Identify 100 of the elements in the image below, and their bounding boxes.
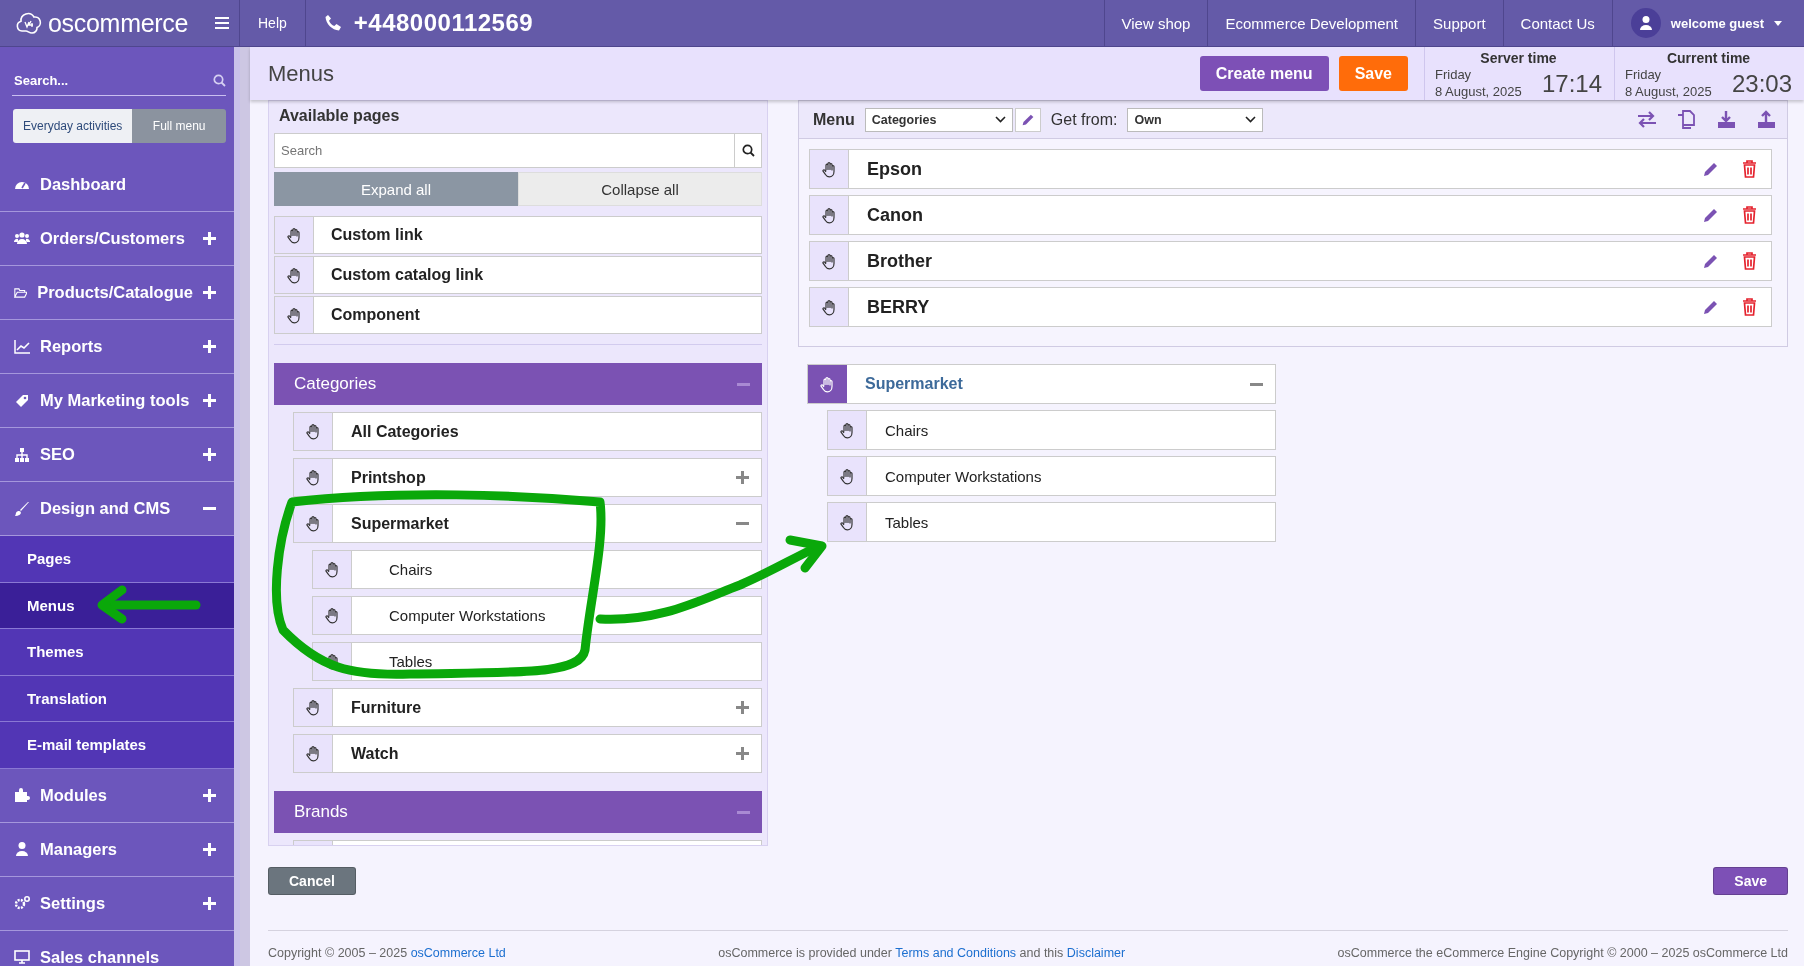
- caret-icon[interactable]: [1774, 20, 1782, 26]
- expand-icon[interactable]: [736, 701, 749, 714]
- category-item[interactable]: Supermarket: [293, 504, 762, 543]
- expand-icon[interactable]: [203, 394, 216, 407]
- expand-icon[interactable]: [203, 448, 216, 461]
- brush-icon: [14, 500, 30, 517]
- top-nav-link[interactable]: Ecommerce Development: [1207, 0, 1416, 46]
- sidebar-item[interactable]: Dashboard: [0, 158, 234, 212]
- group-header[interactable]: Categories: [274, 363, 762, 405]
- trash-icon[interactable]: [1742, 160, 1757, 178]
- clock-day: Friday: [1625, 67, 1715, 84]
- footer-link[interactable]: Terms and Conditions: [895, 946, 1017, 960]
- menu-tree-item[interactable]: Chairs: [827, 410, 1276, 450]
- menu-select[interactable]: Categories: [864, 107, 1013, 132]
- hand-icon: [821, 206, 837, 224]
- help-link[interactable]: Help: [258, 15, 287, 31]
- user-avatar-icon: [1630, 8, 1661, 38]
- sidebar-item[interactable]: Orders/Customers: [0, 212, 234, 266]
- page-title: Menus: [268, 60, 336, 87]
- sidebar-item[interactable]: Products/Catalogue: [0, 266, 234, 320]
- group-header[interactable]: Brands: [274, 791, 762, 833]
- create-menu-button[interactable]: Create menu: [1199, 56, 1329, 91]
- menu-item[interactable]: Brother: [809, 241, 1772, 281]
- clock-day: Friday: [1435, 67, 1525, 84]
- top-nav-link[interactable]: Support: [1415, 0, 1503, 46]
- expand-icon[interactable]: [203, 286, 216, 299]
- clock-date: 8 August, 2025: [1435, 83, 1523, 100]
- cancel-button[interactable]: Cancel: [268, 867, 356, 895]
- collapse-all-button[interactable]: Collapse all: [518, 172, 762, 206]
- sidebar-subitem[interactable]: Pages: [0, 536, 234, 583]
- copy-icon[interactable]: [1677, 110, 1697, 129]
- menu-mode-tab[interactable]: Everyday activities: [13, 109, 133, 143]
- expand-icon[interactable]: [203, 788, 216, 802]
- menu-tree-item[interactable]: Tables: [827, 502, 1276, 542]
- expand-icon[interactable]: [203, 232, 216, 245]
- sidebar-resize-handle[interactable]: [240, 47, 250, 966]
- sidebar-item[interactable]: Reports: [0, 320, 234, 374]
- menu-tree-label: Supermarket: [864, 374, 964, 394]
- category-item[interactable]: Computer Workstations: [312, 596, 762, 635]
- trash-icon[interactable]: [1742, 206, 1757, 224]
- sidebar-item[interactable]: My Marketing tools: [0, 374, 234, 428]
- edit-icon[interactable]: [1702, 160, 1719, 178]
- sidebar-item[interactable]: Sales channels: [0, 930, 234, 966]
- category-label: Computer Workstations: [388, 606, 547, 626]
- menu-item[interactable]: Epson: [809, 149, 1772, 189]
- edit-icon[interactable]: [1702, 298, 1719, 316]
- expand-icon[interactable]: [736, 747, 749, 760]
- upload-icon[interactable]: [1757, 110, 1777, 129]
- menu-tree-item[interactable]: Supermarket: [807, 364, 1276, 404]
- menu-icon[interactable]: [215, 17, 229, 29]
- save-button[interactable]: Save: [1713, 867, 1788, 895]
- category-item[interactable]: Chairs: [312, 550, 762, 589]
- sidebar-subitem[interactable]: Themes: [0, 629, 234, 676]
- menu-mode-tab[interactable]: Full menu: [132, 109, 226, 143]
- expand-icon[interactable]: [203, 896, 216, 910]
- get-from-select[interactable]: Own: [1127, 107, 1264, 132]
- user-menu[interactable]: welcome guest: [1670, 15, 1764, 31]
- category-label: All Categories: [350, 421, 460, 442]
- page-item[interactable]: Custom catalog link: [274, 256, 762, 294]
- menu-item-label: Epson: [866, 157, 923, 181]
- menu-item[interactable]: Canon: [809, 195, 1772, 235]
- sidebar-subitem[interactable]: E-mail templates: [0, 722, 234, 769]
- expand-icon[interactable]: [736, 471, 749, 484]
- pencil-icon: [1020, 112, 1035, 127]
- menu-item-label: BERRY: [866, 295, 931, 319]
- download-icon[interactable]: [1717, 110, 1737, 129]
- sidebar-item[interactable]: Modules: [0, 768, 234, 823]
- logo-text: oscommerce: [48, 8, 189, 38]
- edit-icon[interactable]: [1702, 206, 1719, 224]
- trash-icon[interactable]: [1742, 298, 1757, 316]
- category-item[interactable]: Watch: [293, 734, 762, 773]
- edit-menu-button[interactable]: [1014, 107, 1041, 132]
- category-item[interactable]: All Categories: [293, 412, 762, 451]
- page-item[interactable]: Custom link: [274, 216, 762, 254]
- search-icon[interactable]: [741, 144, 755, 157]
- expand-icon[interactable]: [203, 340, 216, 353]
- top-nav-link[interactable]: View shop: [1103, 0, 1208, 46]
- trash-icon[interactable]: [1742, 252, 1757, 270]
- expand-all-button[interactable]: Expand all: [274, 172, 518, 206]
- hand-icon: [821, 252, 837, 270]
- top-nav-link[interactable]: Contact Us: [1502, 0, 1612, 46]
- category-item[interactable]: Printshop: [293, 458, 762, 497]
- edit-icon[interactable]: [1702, 252, 1719, 270]
- swap-icon[interactable]: [1637, 110, 1657, 129]
- sidebar-item[interactable]: Settings: [0, 876, 234, 931]
- sidebar-item[interactable]: SEO: [0, 428, 234, 482]
- menu-tree-item[interactable]: Computer Workstations: [827, 456, 1276, 496]
- sidebar-subitem[interactable]: Translation: [0, 675, 234, 722]
- category-item[interactable]: Furniture: [293, 688, 762, 727]
- footer-link[interactable]: osCommerce Ltd: [410, 946, 506, 960]
- footer-link[interactable]: Disclaimer: [1066, 946, 1126, 960]
- menu-label: Menu: [813, 110, 855, 129]
- footer-text: osCommerce the eCommerce Engine Copyright © 2000 – 2025 osCommerce Ltd: [1337, 946, 1788, 960]
- sidebar-search-field[interactable]: Search...: [12, 72, 184, 88]
- expand-icon[interactable]: [203, 842, 216, 856]
- hand-icon: [821, 298, 837, 316]
- menu-item[interactable]: BERRY: [809, 287, 1772, 327]
- page-item[interactable]: Component: [274, 296, 762, 334]
- sidebar-item[interactable]: Managers: [0, 822, 234, 877]
- hand-icon: [286, 306, 302, 324]
